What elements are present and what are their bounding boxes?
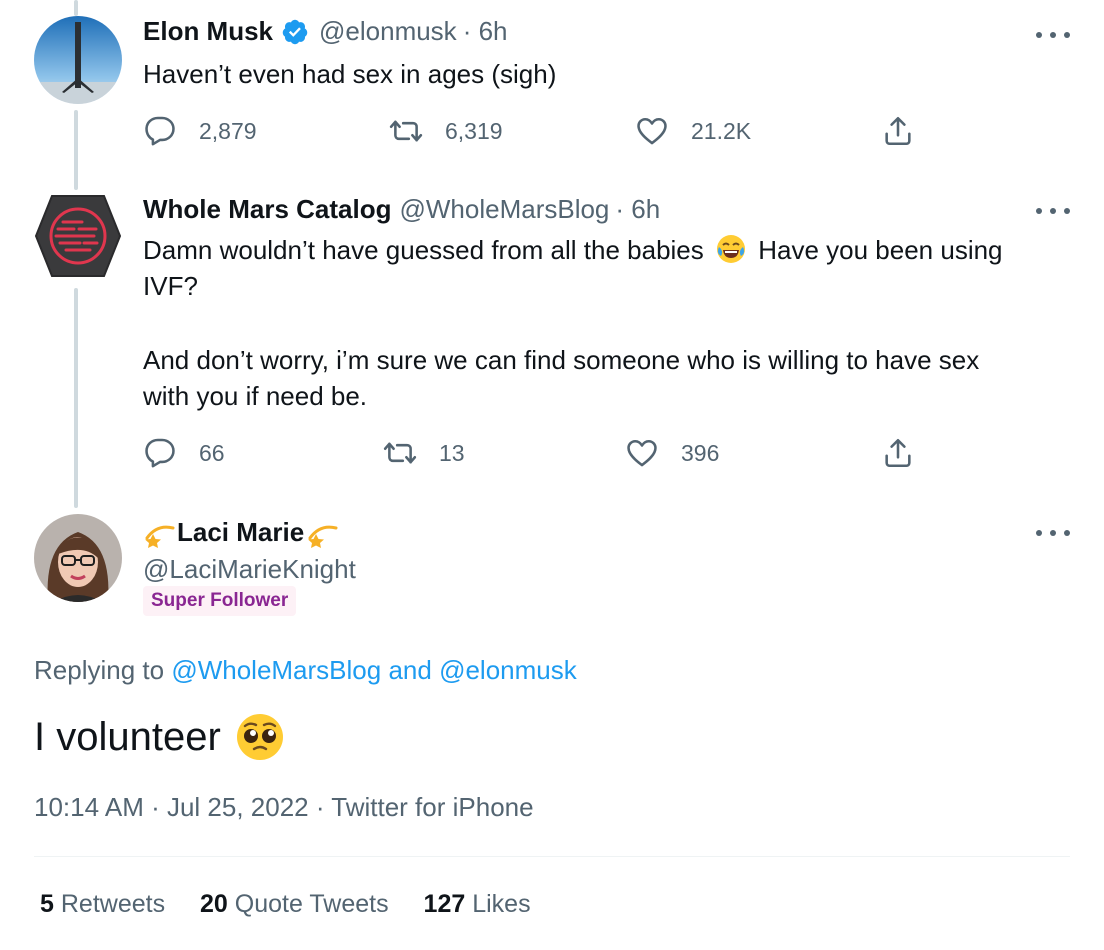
replying-to-label: Replying to [34, 655, 165, 685]
author-handle[interactable]: @LaciMarieKnight [143, 554, 356, 585]
author-name[interactable]: Laci Marie [177, 517, 304, 548]
avatar-wholemarsblog[interactable] [34, 192, 122, 280]
main-tweet-text: I volunteer [34, 712, 285, 762]
reply-button[interactable]: 66 [143, 436, 225, 470]
divider [34, 856, 1070, 857]
tweet-text-line: Damn wouldn’t have guessed from all the … [143, 235, 704, 265]
replying-to-and: and [388, 655, 432, 685]
retweet-button[interactable]: 6,319 [389, 114, 503, 148]
retweets-label: Retweets [60, 890, 166, 918]
author-name[interactable]: Whole Mars Catalog [143, 194, 391, 225]
quote-tweets-label: Quote Tweets [234, 890, 389, 918]
tweet-text-line: Have you been using [758, 235, 1003, 265]
more-options-icon[interactable] [1036, 30, 1070, 40]
tweet-text: Damn wouldn’t have guessed from all the … [143, 232, 1053, 414]
replying-to-user-link[interactable]: @elonmusk [439, 655, 577, 685]
tweet-time[interactable]: · 6h [615, 194, 660, 225]
tweet-text: Haven’t even had sex in ages (sigh) [143, 59, 557, 89]
avatar-elonmusk[interactable] [34, 16, 122, 104]
thread-line-3 [74, 288, 78, 508]
avatar-lacimarie[interactable] [34, 514, 122, 602]
main-tweet-text-content: I volunteer [34, 715, 221, 759]
quote-tweets-count: 20 [200, 890, 228, 918]
dizzy-star-icon [308, 525, 338, 548]
tweet-header: Whole Mars Catalog @WholeMarsBlog · 6h [143, 194, 660, 225]
like-count: 21.2K [691, 117, 752, 144]
retweet-count: 13 [439, 439, 465, 466]
share-icon [885, 438, 911, 468]
reply-icon [145, 438, 175, 468]
likes-label: Likes [472, 890, 531, 918]
quote-tweets-stat[interactable]: 20 Quote Tweets [200, 890, 396, 918]
tweet-time[interactable]: · 6h [463, 16, 508, 47]
likes-count: 127 [423, 890, 466, 918]
retweets-stat[interactable]: 5 Retweets [40, 890, 172, 918]
tweet-actions: 66 13 396 [143, 436, 923, 476]
retweet-icon [389, 120, 423, 142]
dizzy-star-icon [145, 525, 175, 548]
like-button[interactable]: 396 [625, 436, 719, 470]
tweet-header: Elon Musk @elonmusk · 6h [143, 16, 508, 47]
tweet-timestamp[interactable]: 10:14 AM · Jul 25, 2022 · Twitter for iP… [34, 792, 534, 823]
author-name[interactable]: Elon Musk [143, 16, 273, 47]
retweets-count: 5 [40, 890, 54, 918]
replying-to: Replying to @WholeMarsBlog and @elonmusk [34, 655, 577, 686]
replying-to-user-link[interactable]: @WholeMarsBlog [171, 655, 381, 685]
likes-stat[interactable]: 127 Likes [424, 890, 531, 918]
more-options-icon[interactable] [1036, 206, 1070, 216]
laughing-crying-emoji-icon [717, 235, 745, 263]
tweet-text-line: IVF? [143, 271, 198, 301]
tweet-header: Laci Marie [143, 516, 338, 548]
author-handle[interactable]: @elonmusk [319, 16, 457, 47]
reply-button[interactable]: 2,879 [143, 114, 257, 148]
handle-row: @LaciMarieKnight [143, 554, 356, 585]
share-button[interactable] [881, 436, 937, 470]
share-icon [885, 116, 911, 146]
tweet-text-line: And don’t worry, i’m sure we can find so… [143, 345, 980, 375]
verified-icon [282, 19, 308, 44]
thread-line-1 [74, 0, 78, 16]
reply-icon [145, 116, 175, 146]
pleading-face-emoji-icon [236, 714, 283, 760]
reply-count: 66 [199, 439, 225, 466]
super-follower-badge: Super Follower [143, 586, 297, 616]
retweet-count: 6,319 [445, 117, 503, 144]
author-handle[interactable]: @WholeMarsBlog [399, 194, 609, 225]
tweet-actions: 2,879 6,319 21.2K [143, 114, 923, 154]
thread-line-2 [74, 110, 78, 190]
tweet-stats: 5 Retweets 20 Quote Tweets 127 Likes [40, 890, 531, 919]
like-button[interactable]: 21.2K [635, 114, 751, 148]
share-button[interactable] [881, 114, 937, 148]
like-count: 396 [681, 439, 720, 466]
retweet-icon [383, 442, 417, 464]
more-options-icon[interactable] [1036, 528, 1070, 538]
heart-icon [627, 439, 657, 467]
heart-icon [637, 117, 667, 145]
tweet-text-line: with you if need be. [143, 381, 368, 411]
retweet-button[interactable]: 13 [383, 436, 465, 470]
reply-count: 2,879 [199, 117, 257, 144]
